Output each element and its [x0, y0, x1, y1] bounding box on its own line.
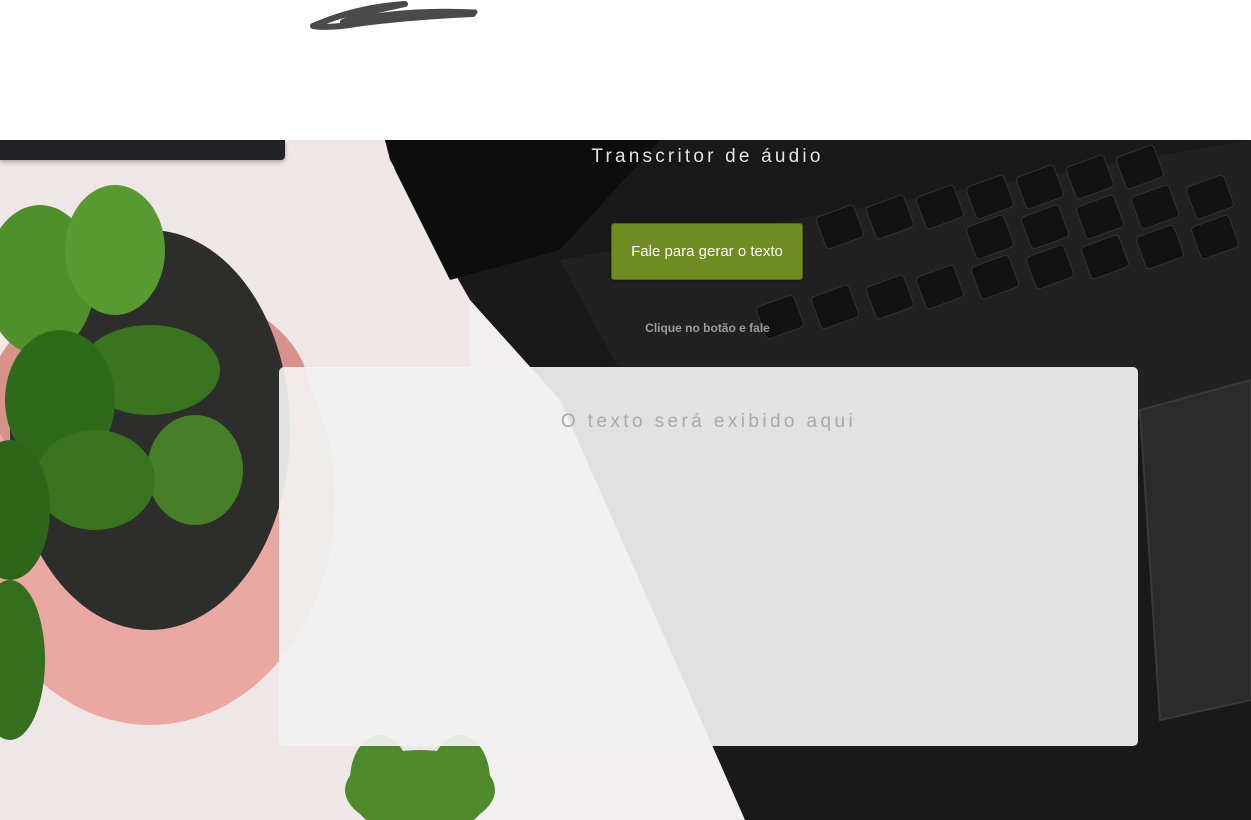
output-placeholder: O texto será exibido aqui	[560, 411, 857, 432]
page-title: Transcritor de áudio	[591, 146, 824, 167]
instruction-hint: Clique no botão e fale	[645, 321, 770, 335]
header	[0, 0, 1251, 140]
speak-button[interactable]: Fale para gerar o texto	[611, 223, 803, 280]
transcription-output: O texto será exibido aqui	[279, 367, 1138, 746]
logo-scribble-icon	[310, 1, 478, 30]
hero-section: Transcritor de áudio Fale para gerar o t…	[0, 140, 1251, 820]
